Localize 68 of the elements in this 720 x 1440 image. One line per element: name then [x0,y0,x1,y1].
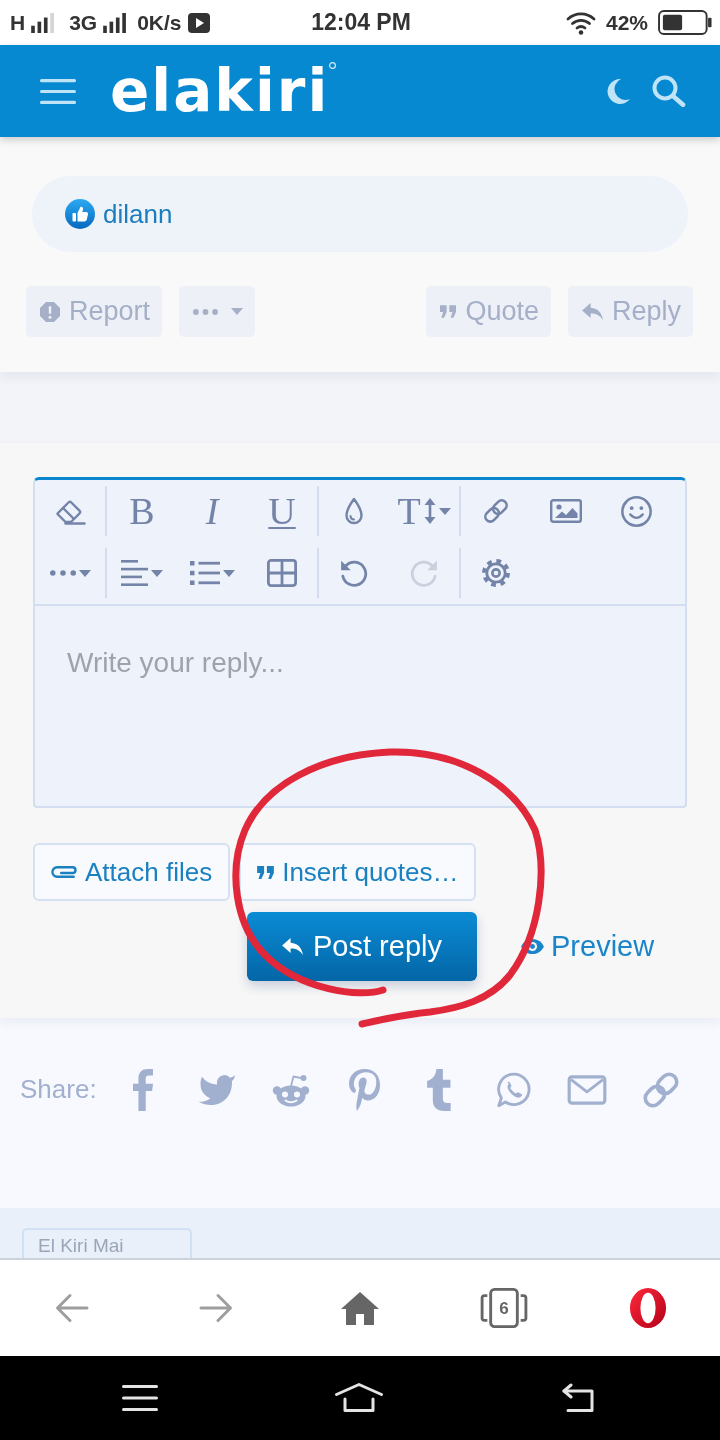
dots-icon [193,308,219,315]
data-speed-label: 0K/s [137,12,182,33]
image-icon [550,499,582,523]
caret-icon [222,569,235,577]
insert-quotes-button[interactable]: Insert quotes… [239,843,477,901]
link-icon [481,496,511,526]
signal-icon [103,12,128,33]
underline-button[interactable]: U [247,486,317,536]
dots-icon [49,570,76,576]
smiley-icon [620,495,652,527]
post-reply-button[interactable]: Post reply [247,912,477,981]
reply-button[interactable]: Reply [567,286,693,337]
reply-field[interactable]: Write your reply... [33,606,687,808]
wifi-icon [565,10,596,35]
back-icon[interactable] [560,1383,596,1413]
reddit-icon[interactable] [270,1073,311,1107]
list-icon [189,561,220,585]
registered-mark-icon [329,62,337,69]
warning-icon [40,301,60,322]
settings-icon [481,558,511,588]
preview-link[interactable]: Preview [520,924,655,969]
caret-icon [151,569,163,577]
search-icon[interactable] [652,75,686,107]
caret-icon [78,569,91,577]
up-down-arrow-icon [423,496,436,526]
clock-time: 12:04 PM [311,11,411,34]
more-options-button[interactable] [179,286,256,337]
bold-button[interactable]: B [107,486,177,536]
forward-arrow-icon[interactable] [199,1293,233,1323]
caret-icon [231,308,244,315]
font-size-button[interactable]: T [389,486,459,536]
moon-icon[interactable] [606,77,630,105]
battery-icon [658,10,712,35]
site-logo[interactable]: elakiri [110,62,330,120]
share-label: Share: [20,1073,97,1106]
thumbs-up-icon [65,199,95,229]
reply-arrow-icon [282,938,303,955]
envelope-icon[interactable] [566,1075,607,1105]
droplet-icon [344,497,364,525]
align-left-icon [121,560,148,586]
back-arrow-icon[interactable] [55,1293,89,1323]
paperclip-icon [51,866,77,878]
redo-icon [409,558,439,588]
network-type-label: H [10,12,26,33]
table-icon [267,559,297,587]
eye-icon [520,938,545,955]
quote-icon [440,305,457,318]
reactor-name-link[interactable]: dilann [103,199,173,229]
italic-button[interactable]: I [177,486,247,536]
undo-icon [339,558,369,588]
attach-files-button[interactable]: Attach files [33,843,231,901]
play-icon [187,12,210,33]
report-button[interactable]: Report [26,286,163,337]
tabs-button[interactable]: 6 [480,1288,528,1328]
facebook-icon[interactable] [132,1069,153,1111]
caret-icon [438,507,451,515]
pinterest-icon[interactable] [349,1069,381,1111]
reply-arrow-icon [581,303,603,320]
quote-icon [257,865,275,879]
quote-button[interactable]: Quote [426,286,551,337]
tumblr-icon[interactable] [426,1069,451,1111]
tabs-icon [480,1288,528,1328]
signal-icon [31,12,56,33]
menu-icon[interactable] [122,1385,158,1411]
opera-logo-icon[interactable] [629,1287,667,1329]
network-type-label: 3G [69,12,98,33]
home-icon[interactable] [334,1383,384,1413]
battery-percentage: 42% [605,12,648,33]
